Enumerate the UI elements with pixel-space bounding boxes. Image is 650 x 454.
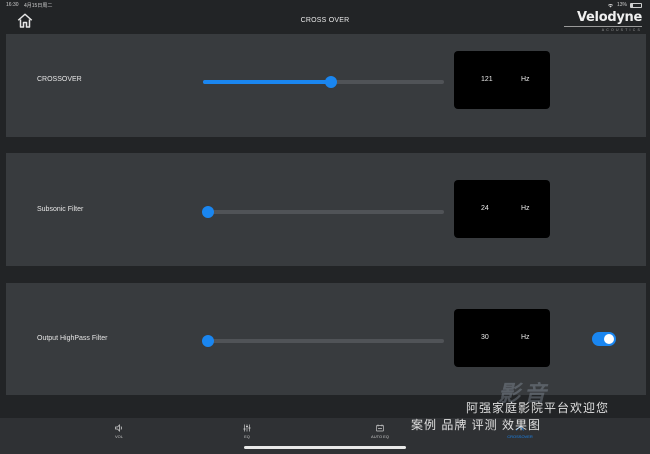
crossover-icon [516, 426, 524, 431]
status-bar: 16:30 4月15日周二 13% [0, 0, 650, 10]
tab-eq-label: EQ [244, 434, 250, 439]
battery-percent: 13% [616, 2, 627, 8]
speaker-icon [115, 424, 122, 432]
highpass-slider[interactable] [201, 335, 444, 347]
status-right: 13% [607, 2, 642, 8]
tab-eq[interactable]: EQ [227, 423, 267, 439]
crossover-slider[interactable] [203, 76, 444, 88]
slider-thumb[interactable] [324, 76, 337, 88]
subsonic-unit: Hz [521, 205, 530, 212]
tab-vol[interactable]: VOL [99, 423, 139, 439]
watermark-line-1: 阿强家庭影院平台欢迎您 [466, 401, 610, 415]
tab-auto-eq[interactable]: AUTO EQ [360, 423, 400, 439]
page-title: CROSS OVER [300, 17, 350, 24]
crossover-panel: CROSSOVER 121 Hz [6, 34, 646, 137]
brand-name: Velodyne [576, 10, 642, 25]
tab-vol-label: VOL [114, 434, 123, 439]
crossover-unit: Hz [521, 76, 530, 83]
slider-fill [203, 80, 331, 84]
tab-auto-eq-label: AUTO EQ [371, 434, 389, 439]
auto-eq-icon [376, 424, 384, 432]
tab-crossover-label: CROSSOVER [507, 434, 533, 439]
highpass-value: 30 [481, 334, 489, 341]
highpass-toggle[interactable] [592, 332, 616, 346]
highpass-unit: Hz [521, 334, 530, 341]
app-header: CROSS OVER Velodyne ACOUSTICS [0, 10, 650, 34]
status-date: 4月15日周二 [24, 3, 53, 9]
highpass-label: Output HighPass Filter [37, 335, 108, 342]
equalizer-icon [243, 424, 251, 432]
subsonic-slider[interactable] [201, 206, 444, 218]
crossover-value: 121 [481, 76, 493, 83]
subsonic-label: Subsonic Filter [37, 206, 84, 213]
slider-thumb[interactable] [201, 206, 214, 218]
slider-thumb[interactable] [201, 335, 214, 347]
brand-logo: Velodyne ACOUSTICS [564, 10, 642, 34]
highpass-panel: Output HighPass Filter 30 Hz [6, 283, 646, 395]
status-time: 16:30 [6, 2, 19, 8]
highpass-value-box[interactable]: 30 Hz [454, 309, 550, 367]
crossover-value-box[interactable]: 121 Hz [454, 51, 550, 109]
subsonic-value: 24 [481, 205, 489, 212]
battery-icon [630, 2, 642, 8]
tab-crossover[interactable]: CROSSOVER [500, 423, 540, 439]
toggle-knob [604, 334, 614, 344]
home-indicator[interactable] [244, 446, 406, 449]
wifi-icon [607, 3, 613, 7]
subsonic-panel: Subsonic Filter 24 Hz [6, 153, 646, 266]
brand-subtitle: ACOUSTICS [564, 26, 642, 32]
subsonic-value-box[interactable]: 24 Hz [454, 180, 550, 238]
crossover-label: CROSSOVER [37, 76, 82, 83]
